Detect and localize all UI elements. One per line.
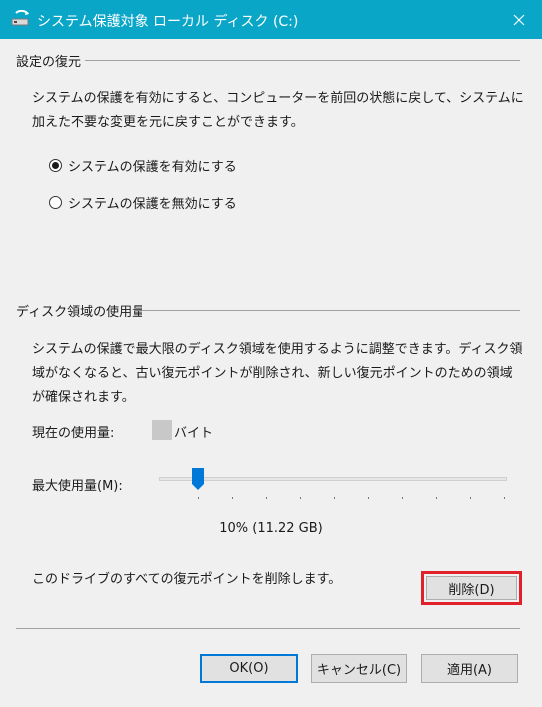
slider-thumb[interactable] (192, 468, 204, 490)
radio-enable-label: システムの保護を有効にする (68, 160, 237, 175)
radio-enable-protection[interactable]: システムの保護を有効にする (49, 156, 237, 175)
max-usage-slider[interactable] (159, 467, 507, 499)
ok-button[interactable]: OK(O) (200, 654, 298, 683)
disk-usage-description: システムの保護で最大限のディスク領域を使用するように調整できます。ディスク領域が… (32, 342, 523, 405)
system-protection-icon (11, 9, 31, 28)
current-usage-unit: バイト (174, 426, 214, 441)
delete-button[interactable]: 削除(D) (426, 576, 517, 600)
slider-track[interactable] (159, 477, 507, 481)
current-usage-label: 現在の使用量: (32, 426, 115, 441)
dialog-content: 設定の復元 システムの保護を有効にすると、コンピューターを前回の状態に戻して、シ… (0, 39, 542, 707)
slider-tick (470, 497, 471, 499)
restore-settings-header: 設定の復元 (16, 51, 86, 70)
close-icon (513, 14, 525, 25)
radio-disable-protection[interactable]: システムの保護を無効にする (49, 193, 237, 212)
apply-button[interactable]: 適用(A) (421, 654, 518, 683)
restore-settings-description: システムの保護を有効にすると、コンピューターを前回の状態に戻して、システムに加え… (32, 91, 524, 130)
slider-tick (368, 497, 369, 499)
radio-button-unselected[interactable] (49, 196, 62, 209)
cancel-button[interactable]: キャンセル(C) (311, 654, 407, 683)
restore-settings-divider (16, 60, 520, 61)
slider-tick (334, 497, 335, 499)
footer-divider (16, 628, 520, 629)
close-button[interactable] (496, 0, 542, 39)
system-protection-dialog: システム保護対象 ローカル ディスク (C:) 設定の復元 システムの保護を有効… (0, 0, 542, 707)
slider-tick (232, 497, 233, 499)
max-usage-label: 最大使用量(M): (32, 479, 123, 494)
delete-description: このドライブのすべての復元ポイントを削除します。 (32, 572, 342, 587)
slider-tick (402, 497, 403, 499)
slider-tick (504, 497, 505, 499)
slider-readout: 10% (11.22 GB) (219, 521, 323, 536)
slider-tick (266, 497, 267, 499)
window-title: システム保護対象 ローカル ディスク (C:) (37, 14, 299, 30)
radio-button-selected[interactable] (49, 159, 62, 172)
radio-disable-label: システムの保護を無効にする (68, 197, 237, 212)
slider-tick (436, 497, 437, 499)
disk-usage-header: ディスク領域の使用量 (16, 301, 142, 320)
slider-tick (198, 497, 199, 499)
current-usage-value (152, 420, 172, 440)
slider-tick (300, 497, 301, 499)
title-bar[interactable]: システム保護対象 ローカル ディスク (C:) (0, 0, 542, 39)
